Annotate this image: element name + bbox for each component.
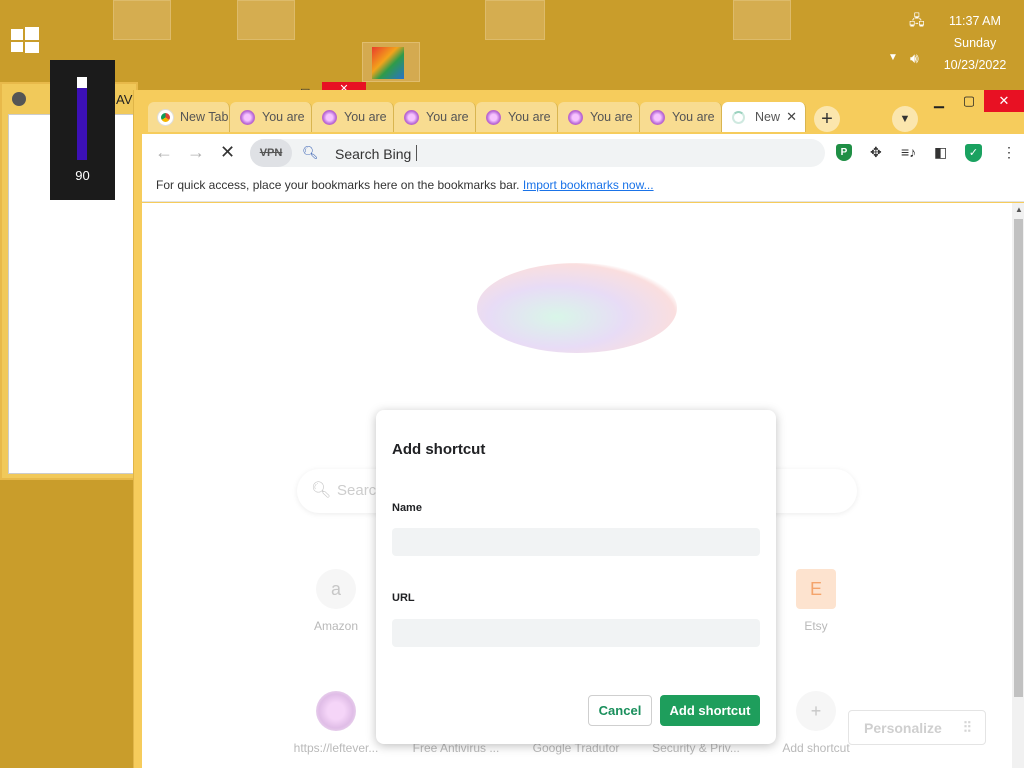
windows-start-icon[interactable] [11,27,39,53]
shortcut-label: Etsy [804,619,828,633]
minimize-button[interactable]: ▁ [924,90,954,112]
antivirus-logo-icon [372,47,404,79]
tab-label: New Tab [180,110,229,124]
sliders-icon: ⫶⫶ [963,719,971,736]
etsy-icon: E [796,569,836,609]
extensions-puzzle-icon[interactable]: ✥ [870,144,882,161]
volume-fill [77,88,87,160]
system-clock[interactable]: 11:37 AM Sunday 10/23/2022 [940,10,1010,76]
site-favicon-icon [316,691,356,731]
desktop-icon[interactable] [733,0,791,40]
globe-icon [12,92,26,106]
scroll-up-arrow-icon[interactable]: ▲ [1015,205,1023,214]
import-bookmarks-link[interactable]: Import bookmarks now... [523,178,654,192]
back-arrow-icon[interactable]: ← [155,142,173,163]
clock-date: 10/23/2022 [943,58,1007,72]
scrollbar[interactable]: ▲ [1012,203,1024,768]
volume-track[interactable] [77,77,87,160]
url-label: URL [392,592,415,604]
volume-osd: 90 [50,60,115,200]
dialog-title: Add shortcut [392,441,486,458]
chrome-icon [158,109,173,125]
url-field[interactable] [392,619,760,647]
add-shortcut-dialog: Add shortcut Name URL Cancel Add shortcu… [376,410,776,744]
vpn-chip[interactable]: VPN [250,139,292,167]
address-bar[interactable]: VPN 🔍︎ Search Bing [250,139,825,167]
tab-label: You are [426,110,469,124]
amazon-icon: a [316,569,356,609]
cancel-button[interactable]: Cancel [588,695,652,726]
tab[interactable]: New Tab [148,102,230,132]
site-favicon [568,109,583,125]
personalize-label: Personalize [864,719,942,736]
loading-spinner-icon [732,110,745,124]
tab[interactable]: You are [230,102,312,132]
close-window-button[interactable]: ✕ [984,90,1024,112]
security-shield-icon[interactable]: ✓ [965,144,982,162]
tab[interactable]: You are [312,102,394,132]
extension-p-icon[interactable]: P [836,144,852,161]
network-icon[interactable]: 🖧 [909,10,925,34]
tab[interactable]: You are [640,102,722,132]
antivirus-taskbar-icon[interactable] [362,42,420,82]
site-favicon [486,109,501,125]
tab-label: You are [672,110,715,124]
bookmarks-message: For quick access, place your bookmarks h… [156,178,520,192]
site-favicon [650,109,665,125]
tab[interactable]: You are [558,102,640,132]
tab-label: New [755,110,781,124]
tab-label: You are [590,110,633,124]
volume-level: 90 [75,168,90,183]
stop-loading-icon[interactable]: ✕ [220,142,235,163]
add-shortcut-button[interactable]: Add shortcut [660,695,760,726]
plus-icon: + [796,691,836,731]
desktop-icon[interactable] [485,0,545,40]
desktop-icon[interactable] [237,0,295,40]
tab-label: You are [262,110,305,124]
tab[interactable]: New ✕ [722,102,806,132]
new-tab-page: 🔍︎ Search a Amazon E Etsy https://leftev… [142,203,1024,768]
search-icon: 🔍︎ [302,145,319,160]
tab-label: You are [508,110,551,124]
doodle-image[interactable] [477,263,677,353]
side-panel-icon[interactable]: ◧ [934,144,947,161]
shortcut-tile[interactable]: E Etsy [760,569,872,633]
name-field[interactable] [392,528,760,556]
site-favicon [240,109,255,125]
volume-thumb[interactable] [77,77,87,88]
maximize-button[interactable]: ▢ [954,90,984,112]
clock-time: 11:37 AM [949,14,1001,28]
clock-day: Sunday [953,36,997,50]
scroll-thumb[interactable] [1014,219,1023,697]
shortcut-label: https://leftever... [293,741,379,755]
browser-window: ▁ ▢ ✕ New Tab You are You are You are You ar… [133,90,1024,768]
name-label: Name [392,502,422,514]
tab-close-icon[interactable]: ✕ [786,109,797,125]
tab-search-button[interactable]: ▼ [892,106,918,132]
tab-label: You are [344,110,387,124]
search-icon: 🔍︎ [311,482,332,499]
site-favicon [322,109,337,125]
address-placeholder: Search Bing [335,146,412,162]
tab[interactable]: You are [476,102,558,132]
speaker-icon[interactable]: 🔊︎ [910,50,919,67]
browser-toolbar: ← → ✕ VPN 🔍︎ Search Bing P ✥ ≡♪ ◧ ✓ ⋮ [142,134,1024,172]
background-window-title: AV [116,92,133,107]
bookmarks-bar: For quick access, place your bookmarks h… [142,172,1024,202]
media-controls-icon[interactable]: ≡♪ [901,144,916,160]
text-caret [416,145,417,161]
desktop-icon[interactable] [113,0,171,40]
site-favicon [404,109,419,125]
tray-overflow-chevron-icon[interactable]: ▼ [888,52,898,63]
chevron-down-icon: ▼ [899,113,911,125]
menu-kebab-icon[interactable]: ⋮ [1002,144,1016,161]
forward-arrow-icon[interactable]: → [187,142,205,163]
personalize-button[interactable]: Personalize ⫶⫶ [848,710,986,745]
tab[interactable]: You are [394,102,476,132]
new-tab-button[interactable]: + [814,106,840,132]
tab-strip: New Tab You are You are You are You are You a… [148,102,806,134]
